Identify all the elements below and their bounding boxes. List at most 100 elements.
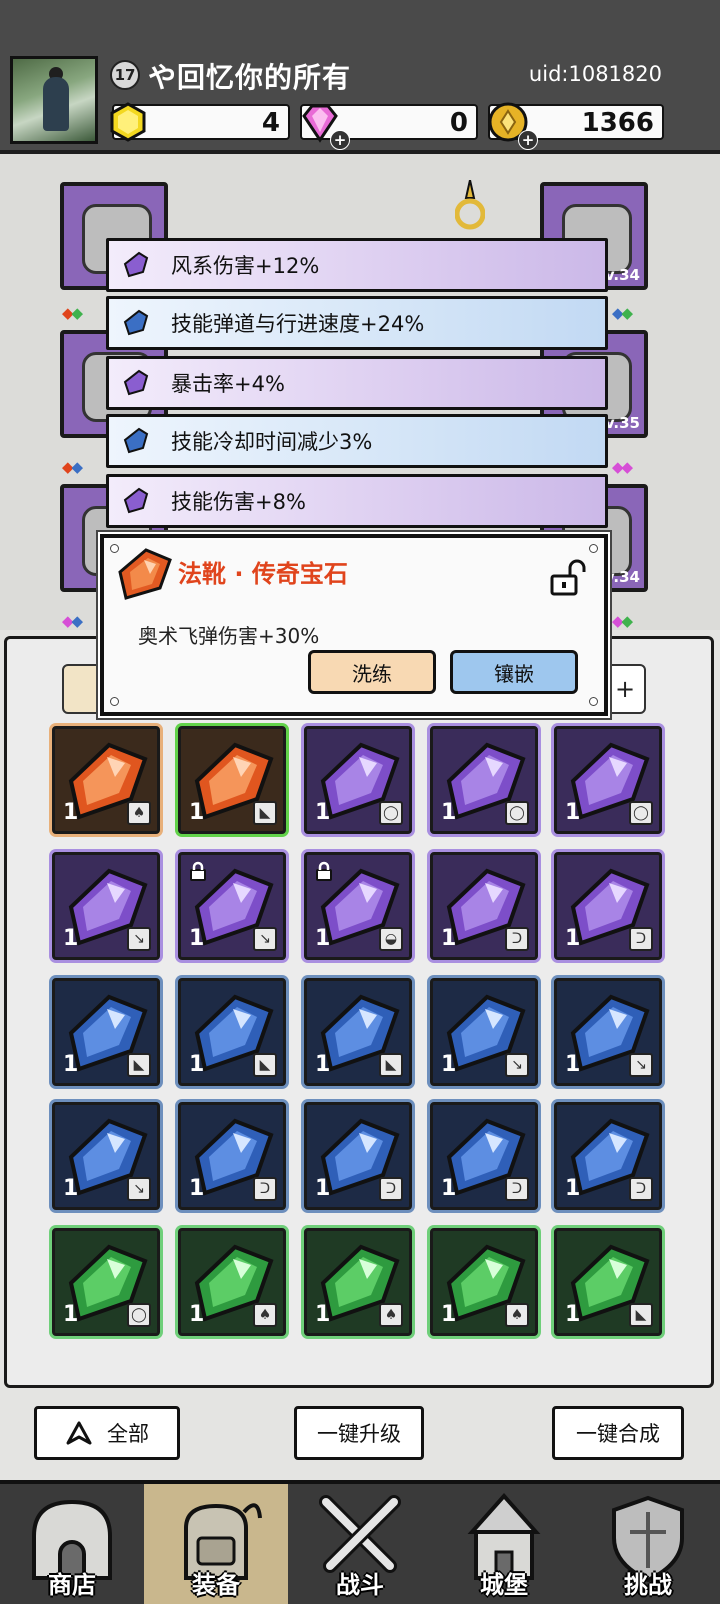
top-bar: 17 や回忆你的所有 uid:1081820 4 0 + 1366 + [0,0,720,154]
gem-slot[interactable]: 1 ◯ [52,1228,160,1336]
ring-type-icon: ◯ [629,801,653,825]
nav-castle[interactable]: 城堡 [432,1484,576,1604]
necklace-type-icon: ᑐ [629,1177,653,1201]
inlay-button[interactable]: 镶嵌 [450,650,578,694]
armor-type-icon: ♠ [505,1303,529,1327]
weapon-type-icon: ↘ [629,1053,653,1077]
helmet-type-icon: ◒ [379,927,403,951]
gem-slot[interactable]: 1 ♠ [430,1228,538,1336]
wash-button[interactable]: 洗练 [308,650,436,694]
one-click-merge-button[interactable]: 一键合成 [552,1406,684,1460]
nav-battle[interactable]: 战斗 [288,1484,432,1604]
gem-slot[interactable]: 1 ◯ [554,726,662,834]
one-click-upgrade-button[interactable]: 一键升级 [294,1406,424,1460]
gem-count: 1 [63,1052,79,1077]
triangle-up-icon [66,1421,92,1445]
gem-slot[interactable]: 1ᑐ [554,1102,662,1210]
gem-slot[interactable]: 1 ↘ [178,852,286,960]
gem-count: 1 [441,1052,457,1077]
purple-gem-icon [123,251,149,278]
nav-label: 商店 [48,1571,96,1599]
ring-type-icon: ◯ [505,801,529,825]
player-uid: uid:1081820 [528,62,662,86]
gem-slot[interactable]: 1 ♠ [178,1228,286,1336]
gem-slot[interactable]: 1 ♠ [304,1228,412,1336]
gem-description: 奥术飞弹伤害+30% [138,624,320,648]
yellow-gem-icon [110,102,146,142]
socket-dots: ◆◆ [62,304,83,322]
gem-count: 1 [315,926,331,951]
add-gold-button[interactable]: + [518,130,538,150]
gem-count: 1 [441,1302,457,1327]
gem-count: 1 [565,800,581,825]
gem-count: 1 [441,800,457,825]
ring-type-icon: ◯ [379,801,403,825]
unlocked-padlock-icon[interactable] [546,558,586,598]
necklace-type-icon: ᑐ [253,1177,277,1201]
boots-type-icon: ◣ [127,1053,151,1077]
gem-count: 1 [189,1052,205,1077]
weapon-type-icon: ↘ [253,927,277,951]
player-level-badge: 17 [110,60,140,90]
gem-slot[interactable]: 1ᑐ [430,1102,538,1210]
gem-detail-popup: 法靴 · 传奇宝石 奥术飞弹伤害+30% 洗练 镶嵌 [100,534,608,716]
weapon-type-icon: ↘ [127,927,151,951]
blue-gem-icon [123,309,149,336]
weapon-type-icon: ↘ [127,1177,151,1201]
nav-challenge[interactable]: 挑战 [576,1484,720,1604]
stat-text: 技能冷却时间减少3% [171,430,373,454]
gem-slot[interactable]: 1ᑐ [430,852,538,960]
gem-slot[interactable]: 1 ◣ [52,978,160,1086]
stat-row: 技能弹道与行进速度+24% [106,296,608,350]
gem-slot[interactable]: 1 ◣ [178,726,286,834]
gem-count: 1 [63,1176,79,1201]
purple-gem-icon [123,487,149,514]
gem-slot[interactable]: 1ᑐ [554,852,662,960]
gem-count: 1 [565,926,581,951]
socket-dots: ◆◆ [62,458,83,476]
gem-count: 1 [315,1176,331,1201]
avatar[interactable] [10,56,98,144]
necklace-type-icon: ᑐ [379,1177,403,1201]
gem-slot[interactable]: 1 ↘ [52,852,160,960]
gem-slot[interactable]: 1 ◒ [304,852,412,960]
stat-row: 暴击率+4% [106,356,608,410]
weapon-type-icon: ↘ [505,1053,529,1077]
stat-text: 技能弹道与行进速度+24% [171,312,425,336]
gem-count: 1 [63,800,79,825]
gem-slot[interactable]: 1 ◯ [430,726,538,834]
gem-count: 1 [565,1052,581,1077]
nav-shop[interactable]: 商店 [0,1484,144,1604]
plus-tab[interactable]: + [604,664,646,714]
gem-slot[interactable]: 1 ◯ [304,726,412,834]
gem-slot[interactable]: 1 ◣ [304,978,412,1086]
gem-count: 1 [189,1302,205,1327]
gem-slot[interactable]: 1ᑐ [304,1102,412,1210]
socket-dots: ◆◆ [62,612,83,630]
stat-text: 暴击率+4% [171,372,285,396]
armor-type-icon: ♠ [379,1303,403,1327]
necklace-type-icon: ᑐ [505,1177,529,1201]
add-diamond-button[interactable]: + [330,130,350,150]
gem-slot[interactable]: 1ᑐ [178,1102,286,1210]
gem-slot[interactable]: 1 ↘ [430,978,538,1086]
gem-slot[interactable]: 1 ↘ [52,1102,160,1210]
gem-count: 1 [315,800,331,825]
gem-slot[interactable]: 1 ↘ [554,978,662,1086]
gem-slot[interactable]: 1 ♠ [52,726,160,834]
gem-count: 1 [315,1302,331,1327]
purple-gem-icon [123,369,149,396]
nav-label: 战斗 [336,1571,384,1599]
gem-slot[interactable]: 1 ◣ [178,978,286,1086]
stat-row: 技能伤害+8% [106,474,608,528]
filter-all-button[interactable]: 全部 [34,1406,180,1460]
armor-type-icon: ♠ [253,1303,277,1327]
gem-count: 1 [189,926,205,951]
boots-type-icon: ◣ [379,1053,403,1077]
padlock-icon [190,861,206,881]
gem-slot[interactable]: 1 ◣ [554,1228,662,1336]
nav-equipment[interactable]: 装备 [144,1484,288,1604]
gem-count: 1 [63,1302,79,1327]
gem-count: 1 [565,1302,581,1327]
staff-icon [455,180,485,230]
